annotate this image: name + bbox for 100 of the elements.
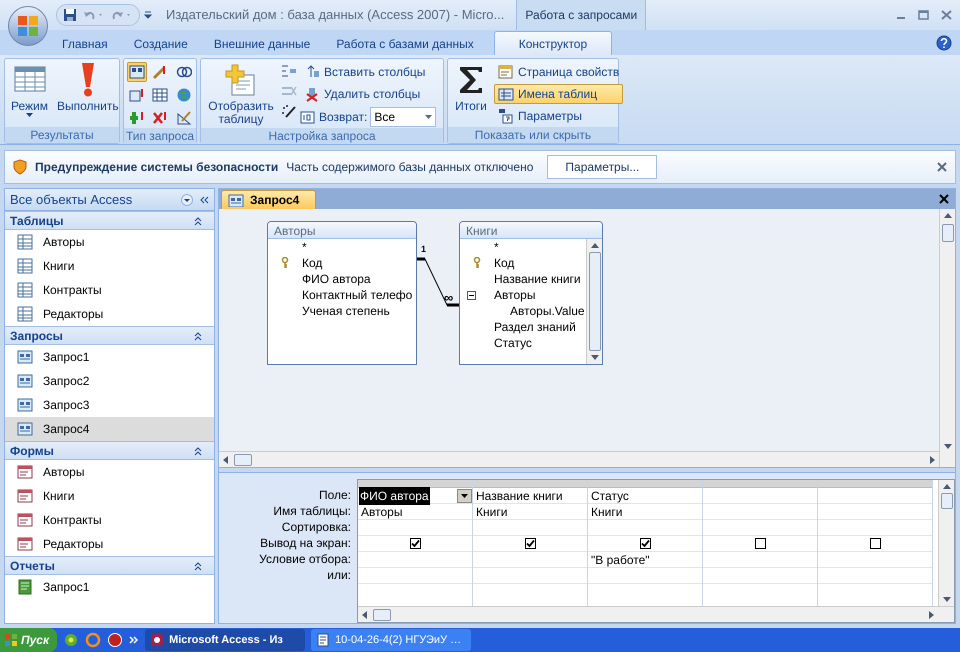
- ribbon-button[interactable]: Вставить столбцы: [300, 62, 436, 82]
- insert-rows-icon[interactable]: [281, 63, 297, 79]
- ribbon-button[interactable]: Итоги: [451, 61, 491, 127]
- ribbon-button-icon: [82, 63, 94, 97]
- contextual-tab-label: Работа с запросами: [516, 0, 646, 30]
- group-label: Тип запроса: [124, 128, 196, 144]
- collapse-icon[interactable]: [199, 194, 209, 204]
- horizontal-scrollbar[interactable]: [219, 451, 939, 467]
- document-tab[interactable]: Запрос4: [221, 190, 316, 209]
- table-cell[interactable]: Книги: [588, 504, 702, 520]
- office-logo-icon: [17, 15, 39, 37]
- report-icon: [17, 579, 33, 595]
- office-button[interactable]: [8, 6, 48, 46]
- ribbon-button[interactable]: Параметры: [494, 106, 624, 126]
- scrollbar[interactable]: [586, 239, 602, 364]
- ribbon-button[interactable]: Страница свойств: [494, 62, 624, 82]
- group-label: Настройка запроса: [201, 128, 443, 144]
- scroll-right-icon[interactable]: [930, 456, 935, 464]
- form-icon: [17, 464, 33, 480]
- row-label: Условие отбора:: [258, 551, 351, 567]
- horizontal-scrollbar[interactable]: [358, 606, 954, 622]
- close-icon[interactable]: [939, 194, 949, 204]
- maximize-icon[interactable]: [918, 10, 929, 20]
- start-button[interactable]: Пуск: [0, 628, 58, 652]
- scrollbar-thumb[interactable]: [234, 454, 252, 466]
- checkbox[interactable]: [524, 538, 536, 549]
- table-cell[interactable]: Статус: [588, 488, 702, 504]
- table-cell[interactable]: Название книги: [473, 488, 587, 504]
- scroll-left-icon[interactable]: [362, 610, 367, 618]
- key-icon: [281, 257, 289, 269]
- builder-wand-icon[interactable]: [281, 103, 297, 119]
- query-type-icon: [176, 110, 192, 126]
- ribbon-button[interactable]: Имена таблиц: [494, 84, 624, 104]
- ribbon-button[interactable]: Выполнить: [54, 61, 122, 127]
- vertical-scrollbar[interactable]: [938, 480, 954, 606]
- ribbon-tab[interactable]: Работа с базами данных: [326, 33, 484, 55]
- collapse-chevron-icon[interactable]: [193, 560, 203, 570]
- help-icon[interactable]: [936, 35, 952, 51]
- navigation-item[interactable]: Запрос4: [5, 417, 214, 441]
- collapse-chevron-icon[interactable]: [193, 216, 203, 226]
- checkbox[interactable]: [410, 538, 420, 549]
- collapse-chevron-icon[interactable]: [193, 330, 203, 340]
- query-icon: [17, 421, 33, 437]
- ribbon-tab[interactable]: Главная: [52, 33, 118, 55]
- ribbon-button[interactable]: Режим: [8, 61, 51, 127]
- close-icon[interactable]: [937, 162, 947, 172]
- scroll-down-icon[interactable]: [942, 597, 950, 602]
- scroll-up-icon[interactable]: [944, 213, 952, 218]
- return-dropdown[interactable]: Все: [370, 107, 436, 127]
- dropdown-icon[interactable]: [181, 194, 193, 206]
- ring-icon[interactable]: [85, 632, 102, 648]
- navigation-group-header[interactable]: Формы: [10, 442, 54, 460]
- collapse-chevron-icon[interactable]: [193, 446, 203, 456]
- collapse-box-icon[interactable]: [466, 290, 476, 300]
- checkbox[interactable]: [754, 538, 766, 549]
- circle-icon[interactable]: [107, 632, 124, 648]
- return-label: Возврат:: [319, 109, 368, 126]
- ribbon-tab[interactable]: Конструктор: [494, 31, 612, 55]
- ribbon-tab[interactable]: Внешние данные: [204, 33, 320, 55]
- query-icon: [17, 349, 33, 365]
- scrollbar-thumb[interactable]: [588, 252, 600, 351]
- vertical-scrollbar[interactable]: [939, 209, 955, 467]
- caret-icon: [425, 115, 432, 119]
- save-icon[interactable]: [63, 8, 77, 22]
- chevron-icon[interactable]: [129, 635, 140, 645]
- ribbon-button-icon: [498, 86, 514, 102]
- query-type-button[interactable]: [127, 62, 147, 82]
- form-icon: [17, 536, 33, 552]
- key-icon: [473, 257, 481, 269]
- ribbon-tab[interactable]: Создание: [124, 33, 198, 55]
- scroll-right-icon[interactable]: [929, 610, 934, 618]
- group-label: Показать или скрыть: [448, 127, 618, 143]
- field-name: Контактный телефо: [302, 287, 412, 304]
- ribbon-button[interactable]: Отобразить таблицу: [204, 61, 278, 128]
- scroll-down-icon[interactable]: [944, 444, 952, 449]
- field-name: Код: [494, 255, 514, 272]
- table-cell[interactable]: "В работе": [588, 552, 702, 568]
- flower-icon[interactable]: [63, 632, 80, 648]
- group-label: Результаты: [5, 127, 119, 143]
- customize-caret-icon[interactable]: [144, 11, 152, 19]
- scrollbar-thumb[interactable]: [373, 608, 391, 620]
- table-icon: [17, 282, 33, 298]
- windows-flag-icon: [4, 633, 18, 647]
- column-selector[interactable]: [358, 480, 472, 488]
- dropdown-button[interactable]: [457, 488, 472, 502]
- scrollbar-thumb[interactable]: [942, 224, 954, 242]
- taskbar-button[interactable]: Microsoft Access - Из: [145, 629, 306, 651]
- taskbar-button[interactable]: 10-04-26-4(2) НГУЭиУ …: [311, 629, 472, 651]
- table-cell[interactable]: Авторы: [358, 504, 472, 520]
- table-cell[interactable]: Книги: [473, 504, 587, 520]
- checkbox[interactable]: [640, 538, 650, 549]
- scrollbar-thumb[interactable]: [940, 493, 952, 509]
- options-button[interactable]: Параметры...: [547, 155, 658, 179]
- checkbox[interactable]: [870, 538, 880, 549]
- ribbon-button[interactable]: Удалить столбцы: [300, 84, 436, 104]
- scroll-left-icon[interactable]: [223, 456, 228, 464]
- table-icon: [17, 234, 33, 250]
- scroll-up-icon[interactable]: [942, 484, 950, 489]
- scroll-up-icon[interactable]: [590, 243, 598, 248]
- scroll-down-icon[interactable]: [590, 355, 598, 360]
